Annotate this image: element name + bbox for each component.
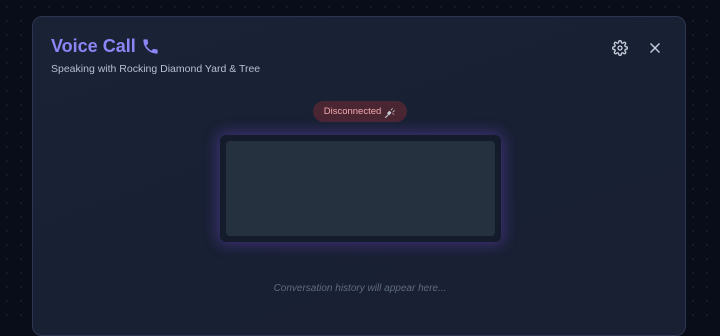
- modal-title: Voice Call: [51, 36, 136, 56]
- header: Voice Call: [51, 36, 160, 57]
- video-frame: [220, 135, 501, 242]
- video-screen: [226, 141, 495, 236]
- plug-icon: [384, 106, 396, 118]
- conversation-history-placeholder: Conversation history will appear here...: [273, 283, 447, 294]
- voice-call-modal: Voice Call Speaking with Rocking Diamond…: [32, 16, 686, 336]
- close-icon: [648, 41, 662, 60]
- settings-button[interactable]: [611, 39, 629, 61]
- close-button[interactable]: [646, 41, 664, 59]
- modal-subtitle: Speaking with Rocking Diamond Yard & Tre…: [51, 63, 261, 75]
- phone-icon: [141, 37, 160, 56]
- status-label: Disconnected: [323, 106, 382, 117]
- gear-icon: [612, 39, 628, 61]
- status-badge: Disconnected: [313, 101, 407, 122]
